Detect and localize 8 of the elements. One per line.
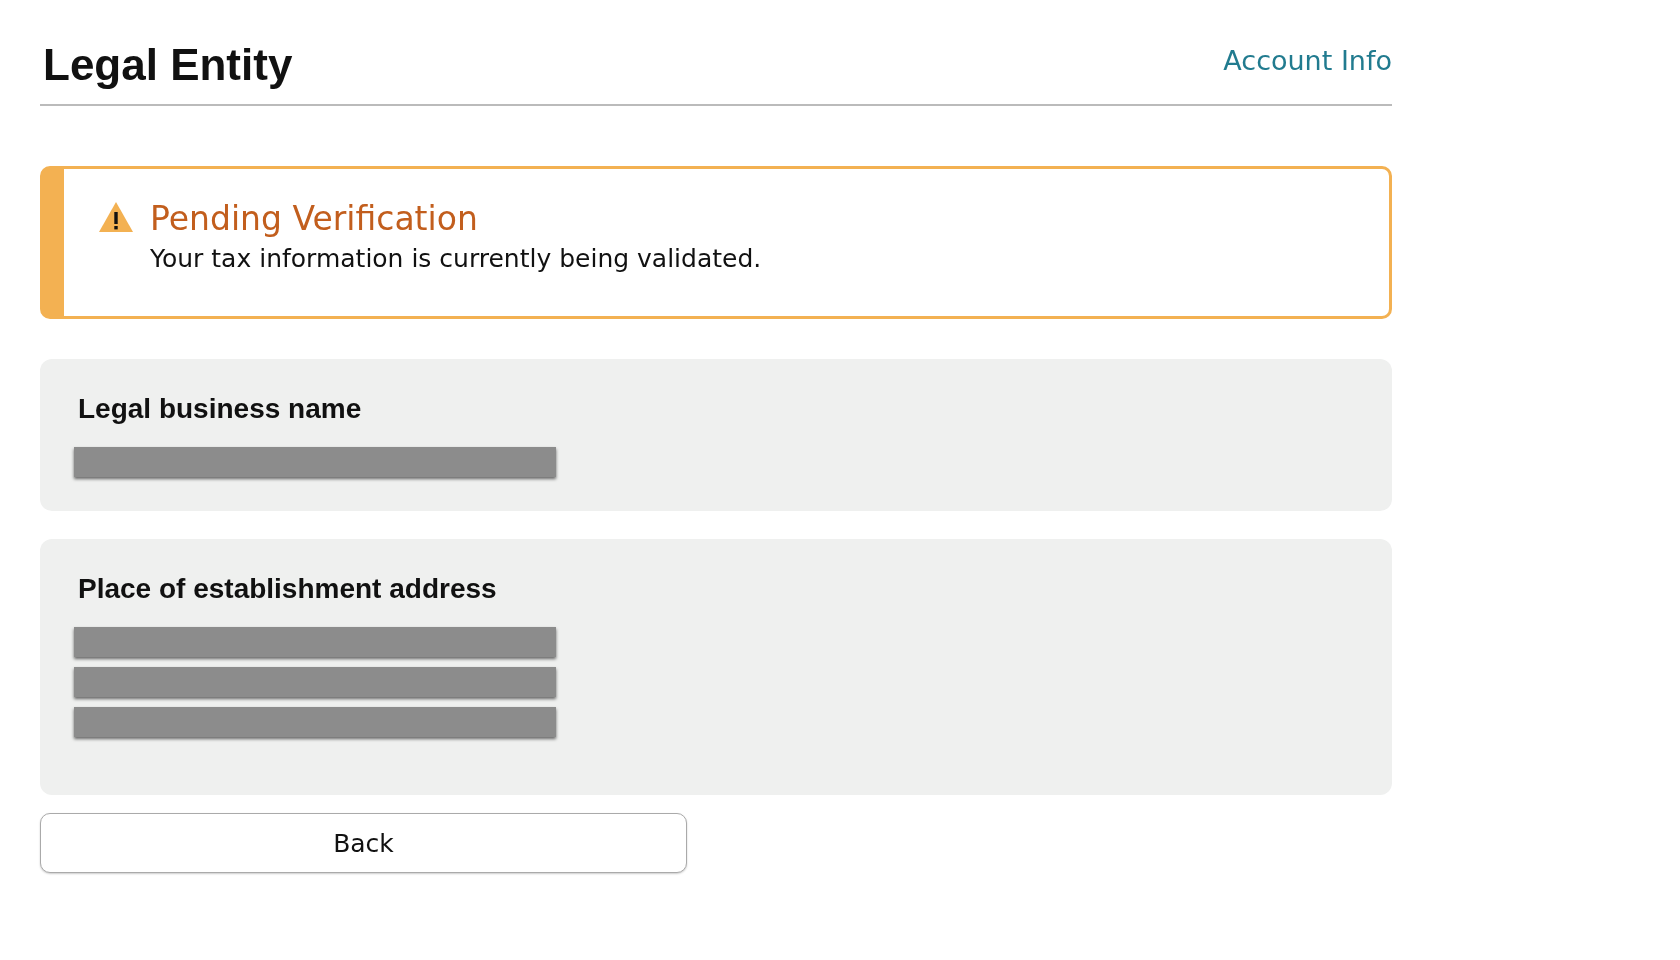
back-button[interactable]: Back <box>40 813 687 873</box>
alert-message: Your tax information is currently being validated. <box>150 244 762 273</box>
alert-title: Pending Verification <box>150 199 479 238</box>
warning-icon <box>98 201 134 233</box>
account-info-link[interactable]: Account Info <box>1223 44 1392 76</box>
field-label: Place of establishment address <box>78 573 498 605</box>
page-title: Legal Entity <box>43 40 293 90</box>
field-label: Legal business name <box>78 393 363 425</box>
